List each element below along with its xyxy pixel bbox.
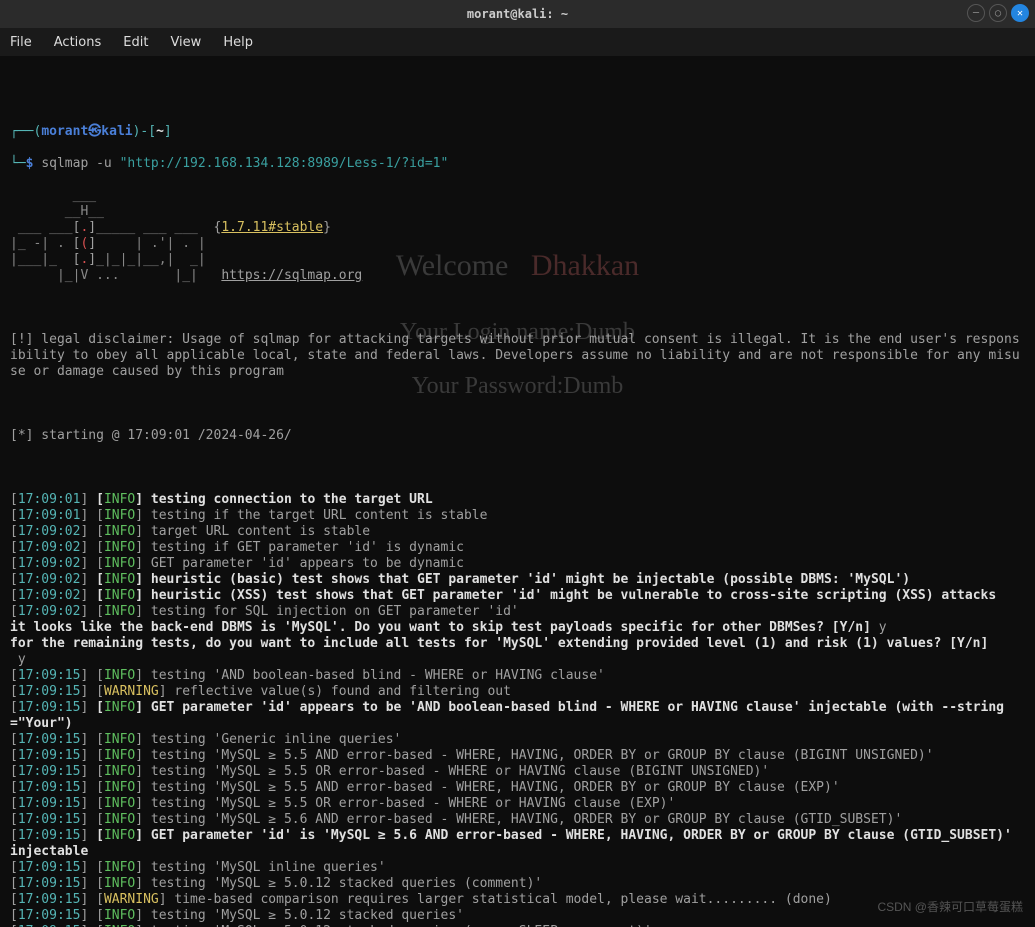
menu-view[interactable]: View	[170, 35, 201, 50]
terminal-viewport[interactable]: Welcome Dhakkan Your Login name:Dumb You…	[0, 56, 1035, 927]
menu-edit[interactable]: Edit	[123, 35, 148, 50]
window-controls: ─ ◯ ✕	[967, 4, 1029, 22]
close-button[interactable]: ✕	[1011, 4, 1029, 22]
menu-file[interactable]: File	[10, 35, 32, 50]
sqlmap-ascii-banner: ___ __H__ ___ ___[.]_____ ___ ___ {1.7.1…	[10, 188, 1025, 284]
starting-line: [*] starting @ 17:09:01 /2024-04-26/	[10, 428, 1025, 444]
window-title: morant@kali: ~	[0, 7, 1035, 21]
legal-disclaimer: [!] legal disclaimer: Usage of sqlmap fo…	[10, 332, 1025, 380]
menu-help[interactable]: Help	[223, 35, 253, 50]
terminal-content: ┌──(morant㉿kali)-[~] └─$ sqlmap -u "http…	[10, 108, 1025, 927]
titlebar: morant@kali: ~ ─ ◯ ✕	[0, 0, 1035, 28]
terminal-window: { "titlebar": { "title": "morant@kali: ~…	[0, 0, 1035, 927]
minimize-button[interactable]: ─	[967, 4, 985, 22]
menubar: File Actions Edit View Help	[0, 28, 1035, 56]
menu-actions[interactable]: Actions	[54, 35, 102, 50]
maximize-button[interactable]: ◯	[989, 4, 1007, 22]
prompt-line-1: ┌──(morant㉿kali)-[~]	[10, 124, 1025, 140]
log-output: [17:09:01] [INFO] testing connection to …	[10, 492, 1025, 927]
prompt-line-2: └─$ sqlmap -u "http://192.168.134.128:89…	[10, 156, 1025, 172]
